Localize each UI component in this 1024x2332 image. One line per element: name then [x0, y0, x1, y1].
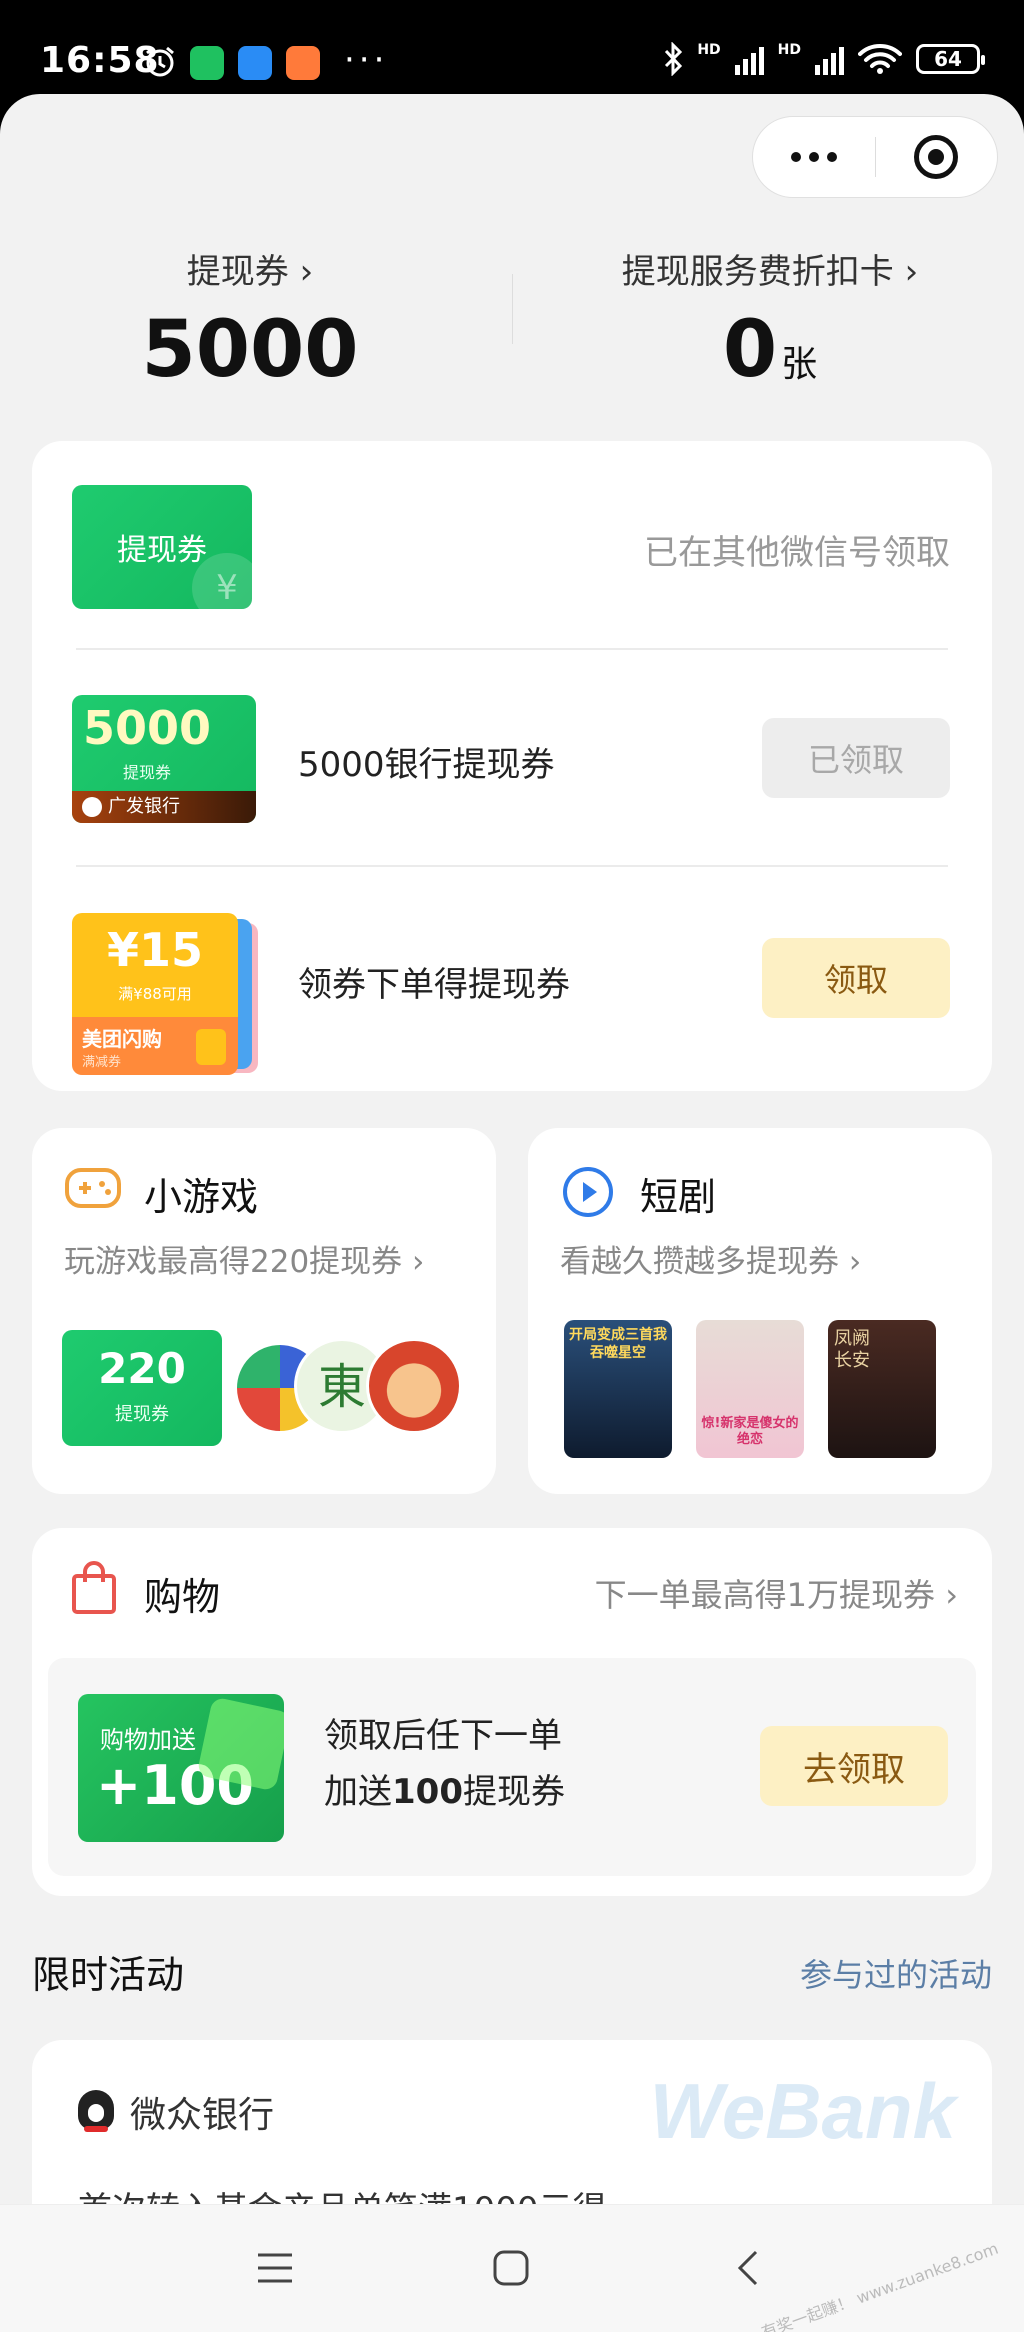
- target-icon: [914, 135, 959, 179]
- divider: [76, 865, 948, 867]
- meituan-brand-sub: 满减券: [82, 1055, 122, 1070]
- shopping-bonus-panel: 购物加送 +100 领取后任下一单 加送100提现券 去领取: [48, 1658, 976, 1876]
- discount-card-unit: 张: [781, 344, 818, 385]
- bank-coupon-amount: 5000: [82, 701, 212, 755]
- chevron-right-icon: ›: [299, 252, 314, 292]
- coupon-tile-generic: 提现券 ¥: [72, 485, 252, 609]
- drama-poster[interactable]: 凤阙长安: [828, 1320, 936, 1458]
- checkmark-badge-icon: [196, 1696, 284, 1792]
- signal-icon-2: [815, 43, 844, 75]
- status-right: HD HD 64: [663, 42, 985, 76]
- meituan-coupon-stack: ¥15 满¥88可用 美团闪购 满减券: [72, 913, 262, 1075]
- game-coupon-amount: 220: [98, 1344, 186, 1393]
- short-drama-title: 短剧: [640, 1175, 717, 1219]
- bank-coupon-sub: 提现券: [122, 763, 171, 782]
- webank-name: 微众银行: [130, 2095, 275, 2136]
- more-notifications-icon: ···: [344, 40, 389, 80]
- claim-button[interactable]: 领取: [762, 938, 950, 1018]
- webank-watermark-logo: WeBank: [649, 2067, 956, 2155]
- hd-label-2: HD: [777, 42, 801, 58]
- withdraw-coupon-count: 5000: [141, 305, 359, 395]
- withdraw-coupon-label: 提现券: [186, 252, 289, 292]
- discount-card-count: 0: [722, 305, 778, 395]
- shopping-title: 购物: [144, 1575, 221, 1619]
- drama-poster-title: 凤阙长安: [834, 1328, 870, 1371]
- chevron-right-icon: ›: [945, 1576, 958, 1614]
- mini-games-card[interactable]: 小游戏 玩游戏最高得220提现券 › 220 提现券 東: [32, 1128, 496, 1494]
- home-icon[interactable]: [492, 2249, 530, 2287]
- chevron-right-icon: ›: [412, 1244, 425, 1280]
- drama-poster[interactable]: 开局变成三首我吞噬星空: [564, 1320, 672, 1458]
- more-button[interactable]: [753, 152, 875, 162]
- discount-card-label: 提现服务费折扣卡: [621, 252, 894, 292]
- go-claim-button[interactable]: 去领取: [760, 1726, 948, 1806]
- game-coupon-tile: 220 提现券: [62, 1330, 222, 1446]
- system-nav-bar: 赚客吧，有奖一起赚！ www.zuanke8.com: [0, 2204, 1024, 2332]
- lightning-bag-icon: [196, 1029, 226, 1065]
- shopping-app-icon: [286, 46, 320, 80]
- shopping-bonus-tile: 购物加送 +100: [78, 1694, 284, 1842]
- back-icon[interactable]: [736, 2249, 760, 2287]
- penguin-logo-icon: [78, 2090, 114, 2132]
- hd-label-1: HD: [697, 42, 721, 58]
- stat-divider: [512, 274, 513, 344]
- bluetooth-icon: [665, 42, 683, 76]
- gamepad-icon: [65, 1168, 121, 1208]
- mini-games-subtitle: 玩游戏最高得220提现券 ›: [64, 1244, 425, 1280]
- participated-activities-link[interactable]: 参与过的活动: [800, 1950, 992, 1996]
- shopping-bonus-line1: 领取后任下一单: [324, 1716, 562, 1756]
- meituan-brand-tile: 美团闪购 满减券: [72, 1017, 238, 1075]
- alarm-icon: [146, 46, 174, 77]
- shopping-card: 购物 下一单最高得1万提现券 › 购物加送 +100 领取后任下一单 加送100…: [32, 1528, 992, 1896]
- menu-icon[interactable]: [256, 2251, 294, 2285]
- screen: 提现券 › 5000 提现服务费折扣卡 › 0张 提现券 ¥ 已在其他微信号领取…: [0, 94, 1024, 2332]
- message-app-icon: [238, 46, 272, 80]
- withdraw-coupon-stat[interactable]: 提现券 › 5000: [80, 244, 420, 395]
- game-coupon-sub: 提现券: [115, 1404, 169, 1425]
- status-bar: 16:58 ··· HD HD 64: [0, 0, 1024, 96]
- close-miniprogram-button[interactable]: [876, 135, 998, 179]
- coupon-claimed-elsewhere: 已在其他微信号领取: [644, 533, 950, 573]
- signal-icon-1: [734, 43, 764, 75]
- coupon-card: 提现券 ¥ 已在其他微信号领取 5000 提现券 广发银行 5000银行提现券 …: [32, 441, 992, 1091]
- game-icon-doudizhu: [366, 1338, 462, 1434]
- battery-icon: 64: [916, 44, 985, 74]
- drama-poster[interactable]: 惊!新家是傻女的绝恋: [696, 1320, 804, 1458]
- discount-card-stat[interactable]: 提现服务费折扣卡 › 0张: [580, 244, 960, 395]
- meituan-coupon-condition: 满¥88可用: [118, 985, 192, 1003]
- miniprogram-capsule: [752, 116, 998, 198]
- divider: [76, 648, 948, 650]
- drama-poster-title: 惊!新家是傻女的绝恋: [701, 1416, 799, 1447]
- short-drama-subtitle: 看越久攒越多提现券 ›: [560, 1244, 862, 1280]
- bank-coupon-tile: 5000 提现券 广发银行: [72, 695, 256, 823]
- mini-games-title: 小游戏: [144, 1175, 259, 1219]
- claimed-button[interactable]: 已领取: [762, 718, 950, 798]
- shopping-bag-icon: [72, 1561, 116, 1614]
- shopping-bonus-tile-top: 购物加送: [100, 1726, 196, 1754]
- wifi-icon: [858, 44, 902, 74]
- bank-coupon-title: 5000银行提现券: [298, 745, 555, 785]
- cgb-logo-icon: [82, 797, 102, 817]
- meituan-coupon-tile: ¥15 满¥88可用: [72, 913, 238, 1017]
- bank-name: 广发银行: [72, 791, 256, 823]
- shopping-bonus-line2: 加送100提现券: [324, 1772, 565, 1812]
- meituan-brand-name: 美团闪购: [82, 1027, 162, 1051]
- meituan-coupon-title: 领券下单得提现券: [298, 965, 570, 1005]
- shopping-link[interactable]: 下一单最高得1万提现券 ›: [595, 1570, 958, 1616]
- short-drama-card[interactable]: 短剧 看越久攒越多提现券 › 开局变成三首我吞噬星空 惊!新家是傻女的绝恋 凤阙…: [528, 1128, 992, 1494]
- wechat-icon: [190, 46, 224, 80]
- chevron-right-icon: ›: [904, 252, 919, 292]
- play-circle-icon: [563, 1167, 613, 1217]
- chevron-right-icon: ›: [848, 1244, 862, 1280]
- limited-activities-title: 限时活动: [32, 1953, 185, 1997]
- drama-poster-title: 开局变成三首我吞噬星空: [569, 1327, 667, 1361]
- meituan-coupon-amount: ¥15: [106, 923, 204, 977]
